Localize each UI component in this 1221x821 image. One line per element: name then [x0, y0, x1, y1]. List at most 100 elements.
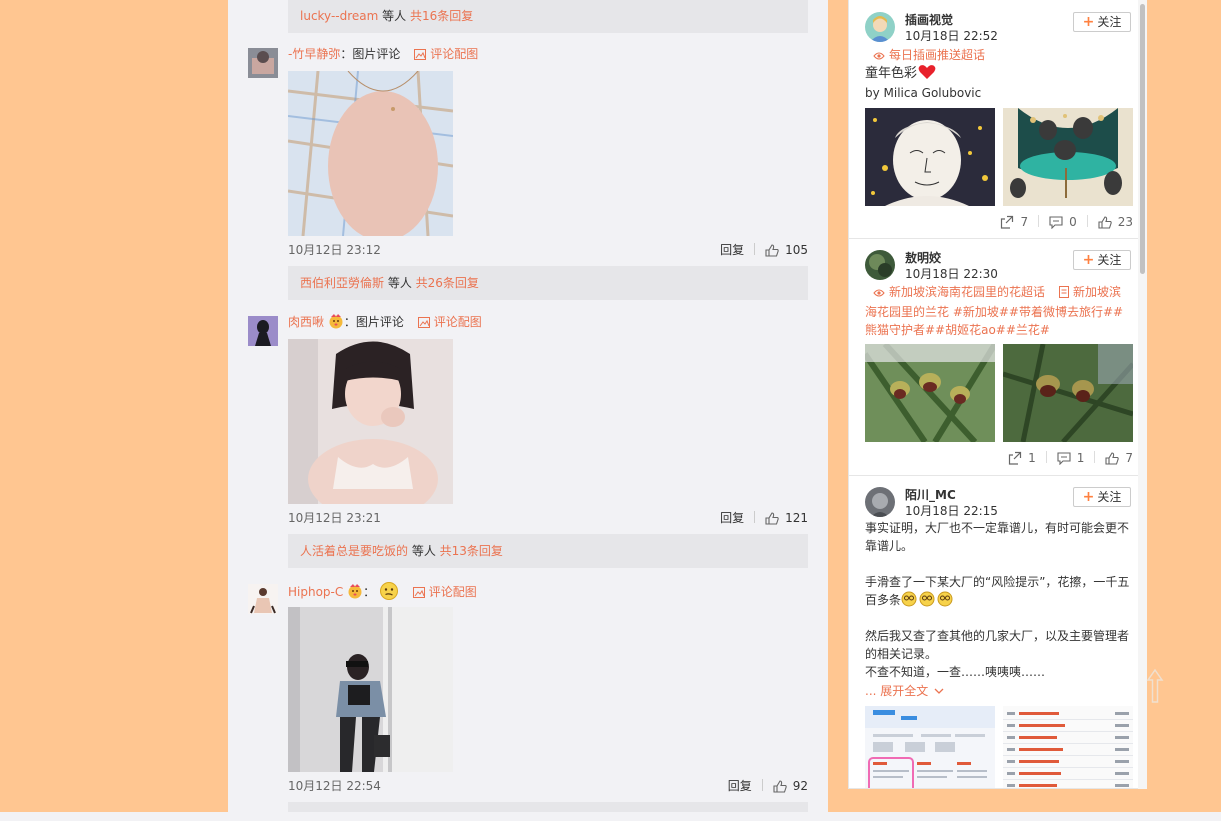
post-actions: 7 0 23	[1000, 214, 1133, 233]
kiss-emoji-icon	[347, 583, 363, 599]
post-images	[865, 344, 1135, 442]
follow-button[interactable]: + 关注	[1073, 487, 1131, 507]
back-to-top-icon[interactable]	[1146, 668, 1164, 704]
feed-panel: 插画视觉 10月18日 22:52 + 关注 每日插画推送超话 童年色彩 by M…	[848, 0, 1147, 789]
post-image[interactable]	[865, 108, 995, 206]
comment-time: 10月12日 22:54	[288, 779, 381, 793]
avatar[interactable]	[865, 12, 895, 42]
like-icon[interactable]	[765, 244, 779, 262]
comment-time: 10月12日 23:21	[288, 511, 381, 525]
comment-image[interactable]	[288, 339, 453, 504]
repost-icon[interactable]	[1008, 451, 1022, 469]
post-image[interactable]	[865, 344, 995, 442]
reply-button[interactable]: 回复	[720, 511, 744, 525]
reply-count-link[interactable]: 共26条回复	[416, 276, 479, 290]
avatar[interactable]	[865, 487, 895, 517]
like-icon[interactable]	[765, 512, 779, 530]
comment-username[interactable]: 肉西啾	[288, 315, 324, 329]
heart-icon	[918, 64, 936, 86]
comment-image[interactable]	[288, 71, 453, 236]
reply-summary[interactable]: lucky--dream 等人 共16条回复	[288, 0, 808, 33]
topic-line: 新加坡滨海南花园里的花超话 新加坡滨海花园里的兰花 #新加坡##带着微博去旅行##…	[865, 283, 1135, 339]
avatar[interactable]	[248, 584, 278, 614]
dizzy-emoji-icon	[901, 591, 955, 612]
like-count: 121	[785, 511, 808, 525]
feed-username[interactable]: 敖明姣	[905, 249, 941, 266]
comment-time: 10月12日 23:12	[288, 243, 381, 257]
comment-actions: 回复 92	[728, 777, 808, 795]
comment-username[interactable]: Hiphop-C	[288, 585, 343, 599]
post-text: 手滑查了一下某大厂的“风险提示”，花擦，一千五百多条	[865, 573, 1137, 612]
comment-actions: 回复 121	[720, 509, 808, 527]
feed-card: 插画视觉 10月18日 22:52 + 关注 每日插画推送超话 童年色彩 by M…	[849, 0, 1139, 239]
comment-header: Hiphop-C ： 评论配图	[288, 581, 477, 601]
location-link[interactable]: 新加坡滨	[1073, 285, 1121, 299]
feed-username[interactable]: 插画视觉	[905, 11, 953, 28]
repost-count: 1	[1028, 451, 1036, 465]
reply-summary-user[interactable]: lucky--dream	[300, 9, 378, 23]
kiss-emoji-icon	[328, 313, 344, 329]
comment-header: 肉西啾 ：图片评论 评论配图	[288, 313, 482, 331]
avatar[interactable]	[865, 250, 895, 280]
post-image[interactable]	[1003, 344, 1133, 442]
post-text: 事实证明，大厂也不一定靠谱儿，有时可能会更不靠谱儿。	[865, 521, 1130, 553]
hashtag-text[interactable]: 海花园里的兰花 #新加坡##带着微博去旅行##熊猫守护者##胡姬花ao##兰花#	[865, 305, 1123, 337]
post-image[interactable]	[1003, 108, 1133, 206]
comment-pic-link[interactable]: 评论配图	[430, 47, 478, 61]
feed-card: 陌川_MC 10月18日 22:15 + 关注 事实证明，大厂也不一定靠谱儿，有时…	[849, 475, 1139, 788]
post-text: 然后我又查了查其他的几家大厂，以及主要管理者的相关记录。	[865, 629, 1130, 661]
comments-panel: lucky--dream 等人 共16条回复 -竹早静弥：图片评论 评论配图 1…	[228, 0, 828, 812]
feed-time: 10月18日 22:52	[905, 29, 998, 43]
avatar[interactable]	[248, 48, 278, 78]
topic-link[interactable]: 每日插画推送超话	[889, 48, 985, 62]
image-icon	[412, 585, 425, 603]
reply-count-link[interactable]: 共13条回复	[440, 544, 503, 558]
confused-emoji-icon	[379, 581, 399, 601]
reply-button[interactable]: 回复	[720, 243, 744, 257]
comment-pic-link[interactable]: 评论配图	[429, 585, 477, 599]
like-count: 105	[785, 243, 808, 257]
reply-summary[interactable]: 西伯利亞勞倫斯 等人 共26条回复	[288, 266, 808, 300]
follow-button[interactable]: + 关注	[1073, 12, 1131, 32]
feed-time: 10月18日 22:30	[905, 267, 998, 281]
comment-header: -竹早静弥：图片评论 评论配图	[288, 45, 478, 63]
like-count: 92	[792, 779, 808, 793]
comment-pic-link[interactable]: 评论配图	[434, 315, 482, 329]
post-images	[865, 706, 1135, 788]
expand-link[interactable]: ... 展开全文	[865, 681, 1137, 700]
comment-icon[interactable]	[1057, 452, 1071, 469]
post-image[interactable]	[1003, 706, 1133, 788]
like-count: 7	[1125, 451, 1133, 465]
plus-icon: +	[1082, 252, 1095, 268]
document-icon	[1059, 285, 1070, 303]
comment-icon[interactable]	[1049, 216, 1063, 233]
scrollbar-thumb[interactable]	[1140, 4, 1145, 274]
reply-summary-user[interactable]: 人活着总是要吃饭的	[300, 544, 408, 558]
comment-username[interactable]: -竹早静弥	[288, 47, 340, 61]
comment-count: 1	[1076, 451, 1085, 465]
follow-button[interactable]: + 关注	[1073, 250, 1131, 270]
topic-link[interactable]: 新加坡滨海南花园里的花超话	[889, 285, 1045, 299]
reply-summary[interactable]: 人活着总是要吃饭的 等人 共13条回复	[288, 534, 808, 568]
plus-icon: +	[1082, 14, 1095, 30]
supertopic-icon	[873, 285, 885, 303]
reply-button[interactable]: 回复	[728, 779, 752, 793]
reply-summary[interactable]	[288, 802, 808, 812]
avatar[interactable]	[248, 316, 278, 346]
feed-time: 10月18日 22:15	[905, 504, 998, 518]
comment-image[interactable]	[288, 607, 453, 772]
reply-count-link[interactable]: 共16条回复	[410, 9, 473, 23]
window-bottom-edge	[0, 812, 1221, 821]
like-icon[interactable]	[1105, 452, 1120, 469]
like-count: 23	[1117, 215, 1133, 229]
plus-icon: +	[1082, 489, 1095, 505]
repost-icon[interactable]	[1000, 215, 1014, 233]
like-icon[interactable]	[1098, 216, 1112, 233]
like-icon[interactable]	[773, 780, 787, 798]
feed-username[interactable]: 陌川_MC	[905, 486, 956, 503]
reply-summary-user[interactable]: 西伯利亞勞倫斯	[300, 276, 384, 290]
post-image[interactable]	[865, 706, 995, 788]
post-text: 不查不知道，一查……咦咦咦……	[865, 665, 1046, 679]
topic-line: 每日插画推送超话	[865, 46, 1135, 66]
comment-count: 0	[1069, 215, 1077, 229]
